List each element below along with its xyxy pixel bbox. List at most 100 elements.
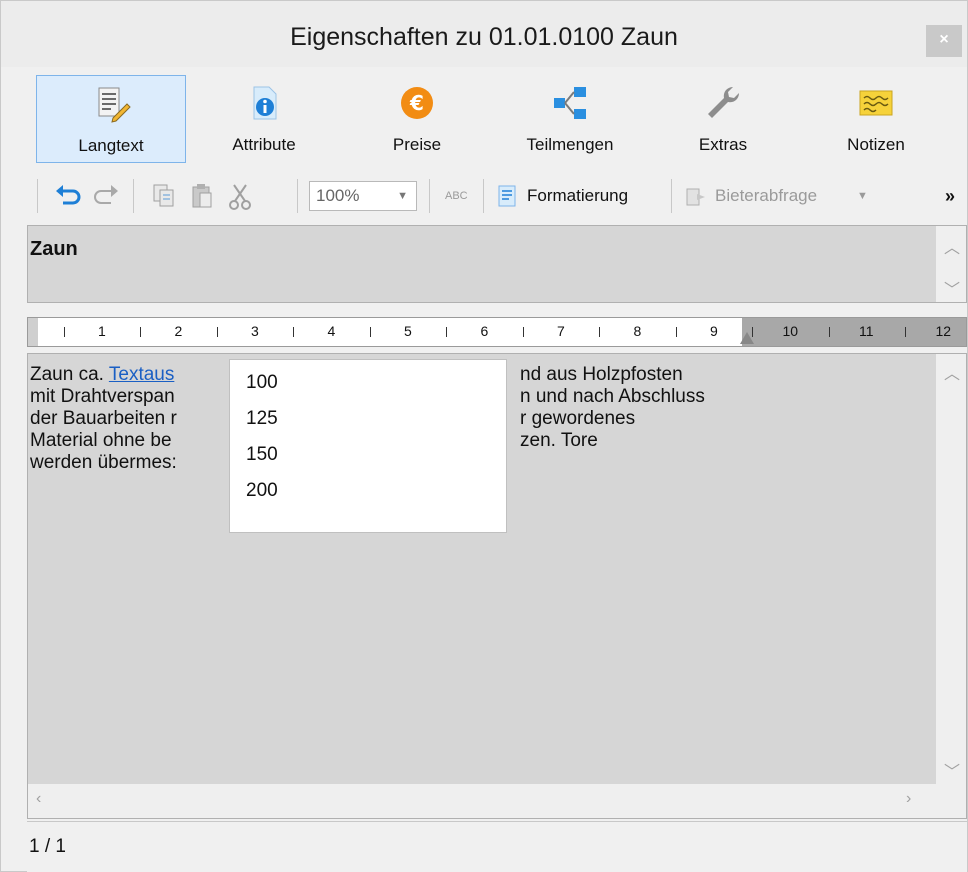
info-icon — [253, 86, 277, 120]
formatierung-label: Formatierung — [527, 186, 629, 205]
scroll-right-icon[interactable]: › — [906, 790, 911, 808]
ruler-tick — [293, 327, 295, 337]
toolbar-separator — [483, 179, 484, 213]
scroll-up-icon[interactable]: ︿ — [944, 360, 960, 384]
bieterabfrage-button[interactable]: Bieterabfrage ▼ — [685, 179, 885, 213]
ruler-tick — [63, 327, 65, 337]
undo-icon[interactable] — [53, 179, 83, 213]
long-text-line: der Bauarbeiten r — [30, 408, 177, 429]
zoom-option[interactable]: 125 — [246, 408, 278, 430]
ruler-number: 1 — [98, 323, 106, 339]
ruler-number: 10 — [782, 323, 799, 339]
ruler-tick — [905, 327, 907, 337]
toolbar-overflow-button[interactable]: » — [945, 179, 955, 213]
ruler-number: 4 — [327, 323, 336, 339]
ruler-tick — [828, 327, 830, 337]
long-text-line: zen. Tore — [520, 430, 598, 451]
ruler-tick — [140, 327, 142, 337]
tab-teilmengen[interactable]: Teilmengen — [495, 75, 645, 163]
short-text-box[interactable]: Zaun ︿ ﹀ — [27, 225, 967, 303]
toolbar-separator — [429, 179, 430, 213]
tab-preise[interactable]: € Preise — [342, 75, 492, 163]
ribbon: Langtext Attribute € Preise Teilmengen E… — [27, 71, 939, 167]
tab-attribute[interactable]: Attribute — [189, 75, 339, 163]
tab-label: Extras — [698, 135, 748, 154]
bieterabfrage-label: Bieterabfrage — [715, 186, 818, 205]
long-text-hscrollbar[interactable]: ‹ › — [28, 784, 936, 818]
scroll-left-icon[interactable]: ‹ — [36, 790, 41, 808]
scroll-up-icon[interactable]: ︿ — [944, 234, 960, 258]
tab-label: Teilmengen — [526, 135, 614, 154]
redo-icon[interactable] — [91, 179, 121, 213]
ruler-number: 2 — [174, 323, 183, 339]
text-link[interactable]: Textaus — [109, 364, 174, 385]
ruler-number: 5 — [404, 323, 412, 339]
toolbar: 100% ▼ ABC Formatierung Bieterabfrage ▼ — [27, 171, 968, 221]
tab-label: Preise — [392, 135, 442, 154]
ruler-tick — [522, 327, 524, 337]
tab-label: Attribute — [232, 135, 296, 154]
tab-langtext[interactable]: Langtext — [36, 75, 186, 163]
svg-text:€: € — [409, 91, 424, 115]
ruler-number: 11 — [859, 323, 874, 339]
ruler-tick — [216, 327, 218, 337]
ruler-tick — [369, 327, 371, 337]
toolbar-separator — [133, 179, 134, 213]
status-bar: 1 / 1 — [27, 821, 967, 872]
wrench-icon — [708, 86, 740, 118]
tab-extras[interactable]: Extras — [648, 75, 798, 163]
window-title: Eigenschaften zu 01.01.0100 Zaun — [290, 23, 678, 51]
formatierung-icon — [498, 185, 516, 207]
zoom-select[interactable]: 100% ▼ — [309, 181, 417, 211]
long-text-line: werden übermes: — [30, 452, 177, 473]
long-text-line: nd aus Holzpfosten — [520, 364, 683, 385]
zoom-option[interactable]: 150 — [246, 444, 278, 466]
ruler-margin-area — [742, 318, 966, 346]
euro-icon: € — [401, 87, 433, 119]
spellcheck-label: ABC — [445, 190, 468, 202]
cut-icon[interactable] — [225, 179, 255, 213]
left-indent-marker[interactable] — [28, 318, 38, 346]
long-text-line: Material ohne be — [30, 430, 172, 451]
properties-window: Eigenschaften zu 01.01.0100 Zaun × Langt… — [0, 0, 968, 872]
ruler-number: 7 — [557, 323, 565, 339]
ruler-tick — [599, 327, 601, 337]
bieterabfrage-icon — [686, 188, 705, 206]
langtext-icon — [98, 87, 131, 123]
chevron-down-icon: ▼ — [397, 190, 408, 202]
short-text-scrollbar[interactable]: ︿ ﹀ — [936, 226, 966, 302]
ruler[interactable]: 1 2 3 4 5 6 7 8 9 10 11 12 — [27, 317, 967, 347]
long-text-line: r gewordenes — [520, 408, 636, 429]
ruler-number: 8 — [633, 323, 642, 339]
zoom-value: 100% — [316, 186, 360, 205]
close-button[interactable]: × — [926, 25, 962, 57]
ruler-number: 3 — [251, 323, 259, 339]
notes-icon — [859, 90, 893, 116]
long-text-line: Zaun ca. — [30, 364, 109, 385]
spellcheck-button[interactable]: ABC — [445, 179, 468, 213]
zoom-option[interactable]: 100 — [246, 372, 278, 394]
long-text-vscrollbar[interactable]: ︿ ﹀ — [936, 354, 966, 784]
tab-label: Langtext — [78, 136, 144, 155]
copy-icon[interactable] — [149, 179, 179, 213]
zoom-option[interactable]: 200 — [246, 480, 278, 502]
toolbar-separator — [297, 179, 298, 213]
tab-label: Notizen — [847, 135, 905, 154]
scroll-down-icon[interactable]: ﹀ — [944, 758, 960, 782]
ruler-number: 9 — [710, 323, 718, 339]
ruler-tick — [446, 327, 448, 337]
page-indicator: 1 / 1 — [29, 836, 66, 857]
chevron-down-icon: ▼ — [857, 190, 868, 202]
ruler-tick — [675, 327, 677, 337]
paste-icon[interactable] — [187, 179, 217, 213]
scrollbar-corner — [936, 784, 966, 818]
zoom-dropdown-list: 100 125 150 200 — [229, 359, 507, 533]
scroll-down-icon[interactable]: ﹀ — [944, 276, 960, 300]
ruler-number: 12 — [935, 323, 952, 339]
ruler-number: 6 — [480, 323, 489, 339]
teilmengen-icon — [554, 87, 586, 119]
toolbar-separator — [671, 179, 672, 213]
toolbar-grip — [37, 179, 38, 213]
tab-notizen[interactable]: Notizen — [801, 75, 951, 163]
title-bar: Eigenschaften zu 01.01.0100 Zaun × — [1, 1, 967, 67]
